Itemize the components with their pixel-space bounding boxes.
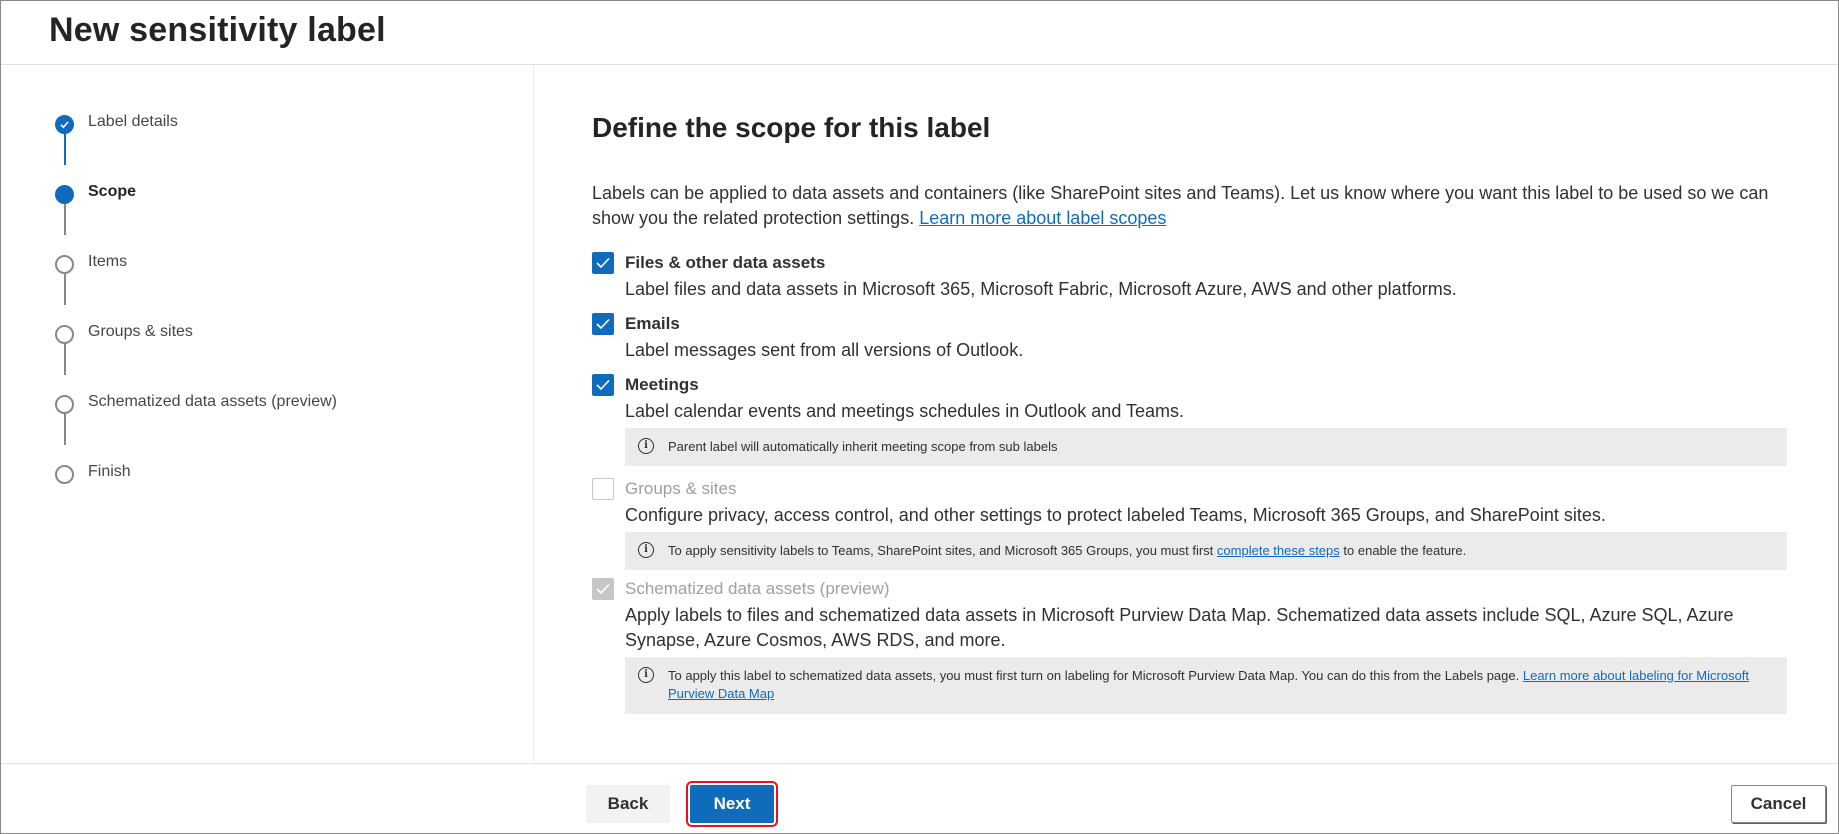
scope-option-files: Files & other data assets Label files an… bbox=[592, 252, 1792, 302]
schematized-checkbox[interactable] bbox=[592, 578, 614, 600]
step-label-details[interactable]: Label details bbox=[1, 109, 533, 139]
back-button[interactable]: Back bbox=[586, 785, 670, 823]
option-title: Schematized data assets (preview) bbox=[625, 579, 890, 598]
scope-option-schematized: Schematized data assets (preview) Apply … bbox=[592, 578, 1792, 738]
main-content: Define the scope for this label Labels c… bbox=[592, 65, 1792, 763]
info-text: To apply this label to schematized data … bbox=[668, 668, 1520, 683]
scope-option-emails: Emails Label messages sent from all vers… bbox=[592, 313, 1792, 363]
info-icon: i bbox=[638, 438, 654, 454]
section-title: Define the scope for this label bbox=[592, 112, 991, 143]
pending-step-icon bbox=[55, 255, 74, 274]
option-title: Meetings bbox=[625, 375, 699, 394]
option-description: Apply labels to files and schematized da… bbox=[625, 605, 1734, 650]
scope-option-groups-sites: Groups & sites Configure privacy, access… bbox=[592, 478, 1792, 588]
info-banner-schematized: i To apply this label to schematized dat… bbox=[625, 657, 1787, 714]
step-label: Items bbox=[88, 253, 128, 270]
info-icon: i bbox=[638, 667, 654, 683]
groups-sites-checkbox[interactable] bbox=[592, 478, 614, 500]
wizard-stepper: Label details Scope Items Groups & sites… bbox=[1, 65, 534, 763]
wizard-window: New sensitivity label Label details Scop… bbox=[0, 0, 1839, 834]
intro-text: Labels can be applied to data assets and… bbox=[592, 181, 1792, 231]
option-title: Groups & sites bbox=[625, 479, 737, 498]
page-title: New sensitivity label bbox=[49, 11, 386, 49]
step-label: Groups & sites bbox=[88, 323, 193, 340]
info-banner-meetings: i Parent label will automatically inheri… bbox=[625, 428, 1787, 466]
pending-step-icon bbox=[55, 465, 74, 484]
info-icon: i bbox=[638, 542, 654, 558]
option-description: Label messages sent from all versions of… bbox=[625, 340, 1024, 360]
label-scopes-link[interactable]: Learn more about label scopes bbox=[919, 208, 1166, 228]
step-label: Scope bbox=[88, 183, 137, 200]
option-description: Label files and data assets in Microsoft… bbox=[625, 279, 1457, 299]
footer: Back Next Cancel bbox=[1, 763, 1838, 833]
cancel-button[interactable]: Cancel bbox=[1731, 785, 1826, 823]
emails-checkbox[interactable] bbox=[592, 313, 614, 335]
header: New sensitivity label bbox=[1, 1, 1838, 65]
pending-step-icon bbox=[55, 395, 74, 414]
info-text: Parent label will automatically inherit … bbox=[668, 439, 1058, 454]
option-title: Emails bbox=[625, 314, 680, 333]
step-label: Schematized data assets (preview) bbox=[88, 393, 337, 410]
pending-step-icon bbox=[55, 325, 74, 344]
info-banner-groups-sites: i To apply sensitivity labels to Teams, … bbox=[625, 532, 1787, 570]
next-button[interactable]: Next bbox=[686, 781, 778, 827]
current-step-icon bbox=[55, 185, 74, 204]
step-scope[interactable]: Scope bbox=[1, 179, 533, 209]
intro-body: Labels can be applied to data assets and… bbox=[592, 183, 1769, 228]
option-title: Files & other data assets bbox=[625, 253, 826, 272]
files-checkbox[interactable] bbox=[592, 252, 614, 274]
step-items[interactable]: Items bbox=[1, 249, 533, 279]
complete-these-steps-link[interactable]: complete these steps bbox=[1217, 543, 1340, 558]
step-label: Finish bbox=[88, 463, 131, 480]
meetings-checkbox[interactable] bbox=[592, 374, 614, 396]
step-label: Label details bbox=[88, 113, 178, 130]
step-groups-sites[interactable]: Groups & sites bbox=[1, 319, 533, 349]
info-text: to enable the feature. bbox=[1343, 543, 1467, 558]
check-icon bbox=[55, 115, 74, 134]
step-finish[interactable]: Finish bbox=[1, 459, 533, 489]
option-description: Configure privacy, access control, and o… bbox=[625, 505, 1606, 525]
info-text: To apply sensitivity labels to Teams, Sh… bbox=[668, 543, 1214, 558]
scope-option-meetings: Meetings Label calendar events and meeti… bbox=[592, 374, 1792, 484]
step-schematized-data-assets[interactable]: Schematized data assets (preview) bbox=[1, 389, 533, 419]
option-description: Label calendar events and meetings sched… bbox=[625, 401, 1185, 421]
